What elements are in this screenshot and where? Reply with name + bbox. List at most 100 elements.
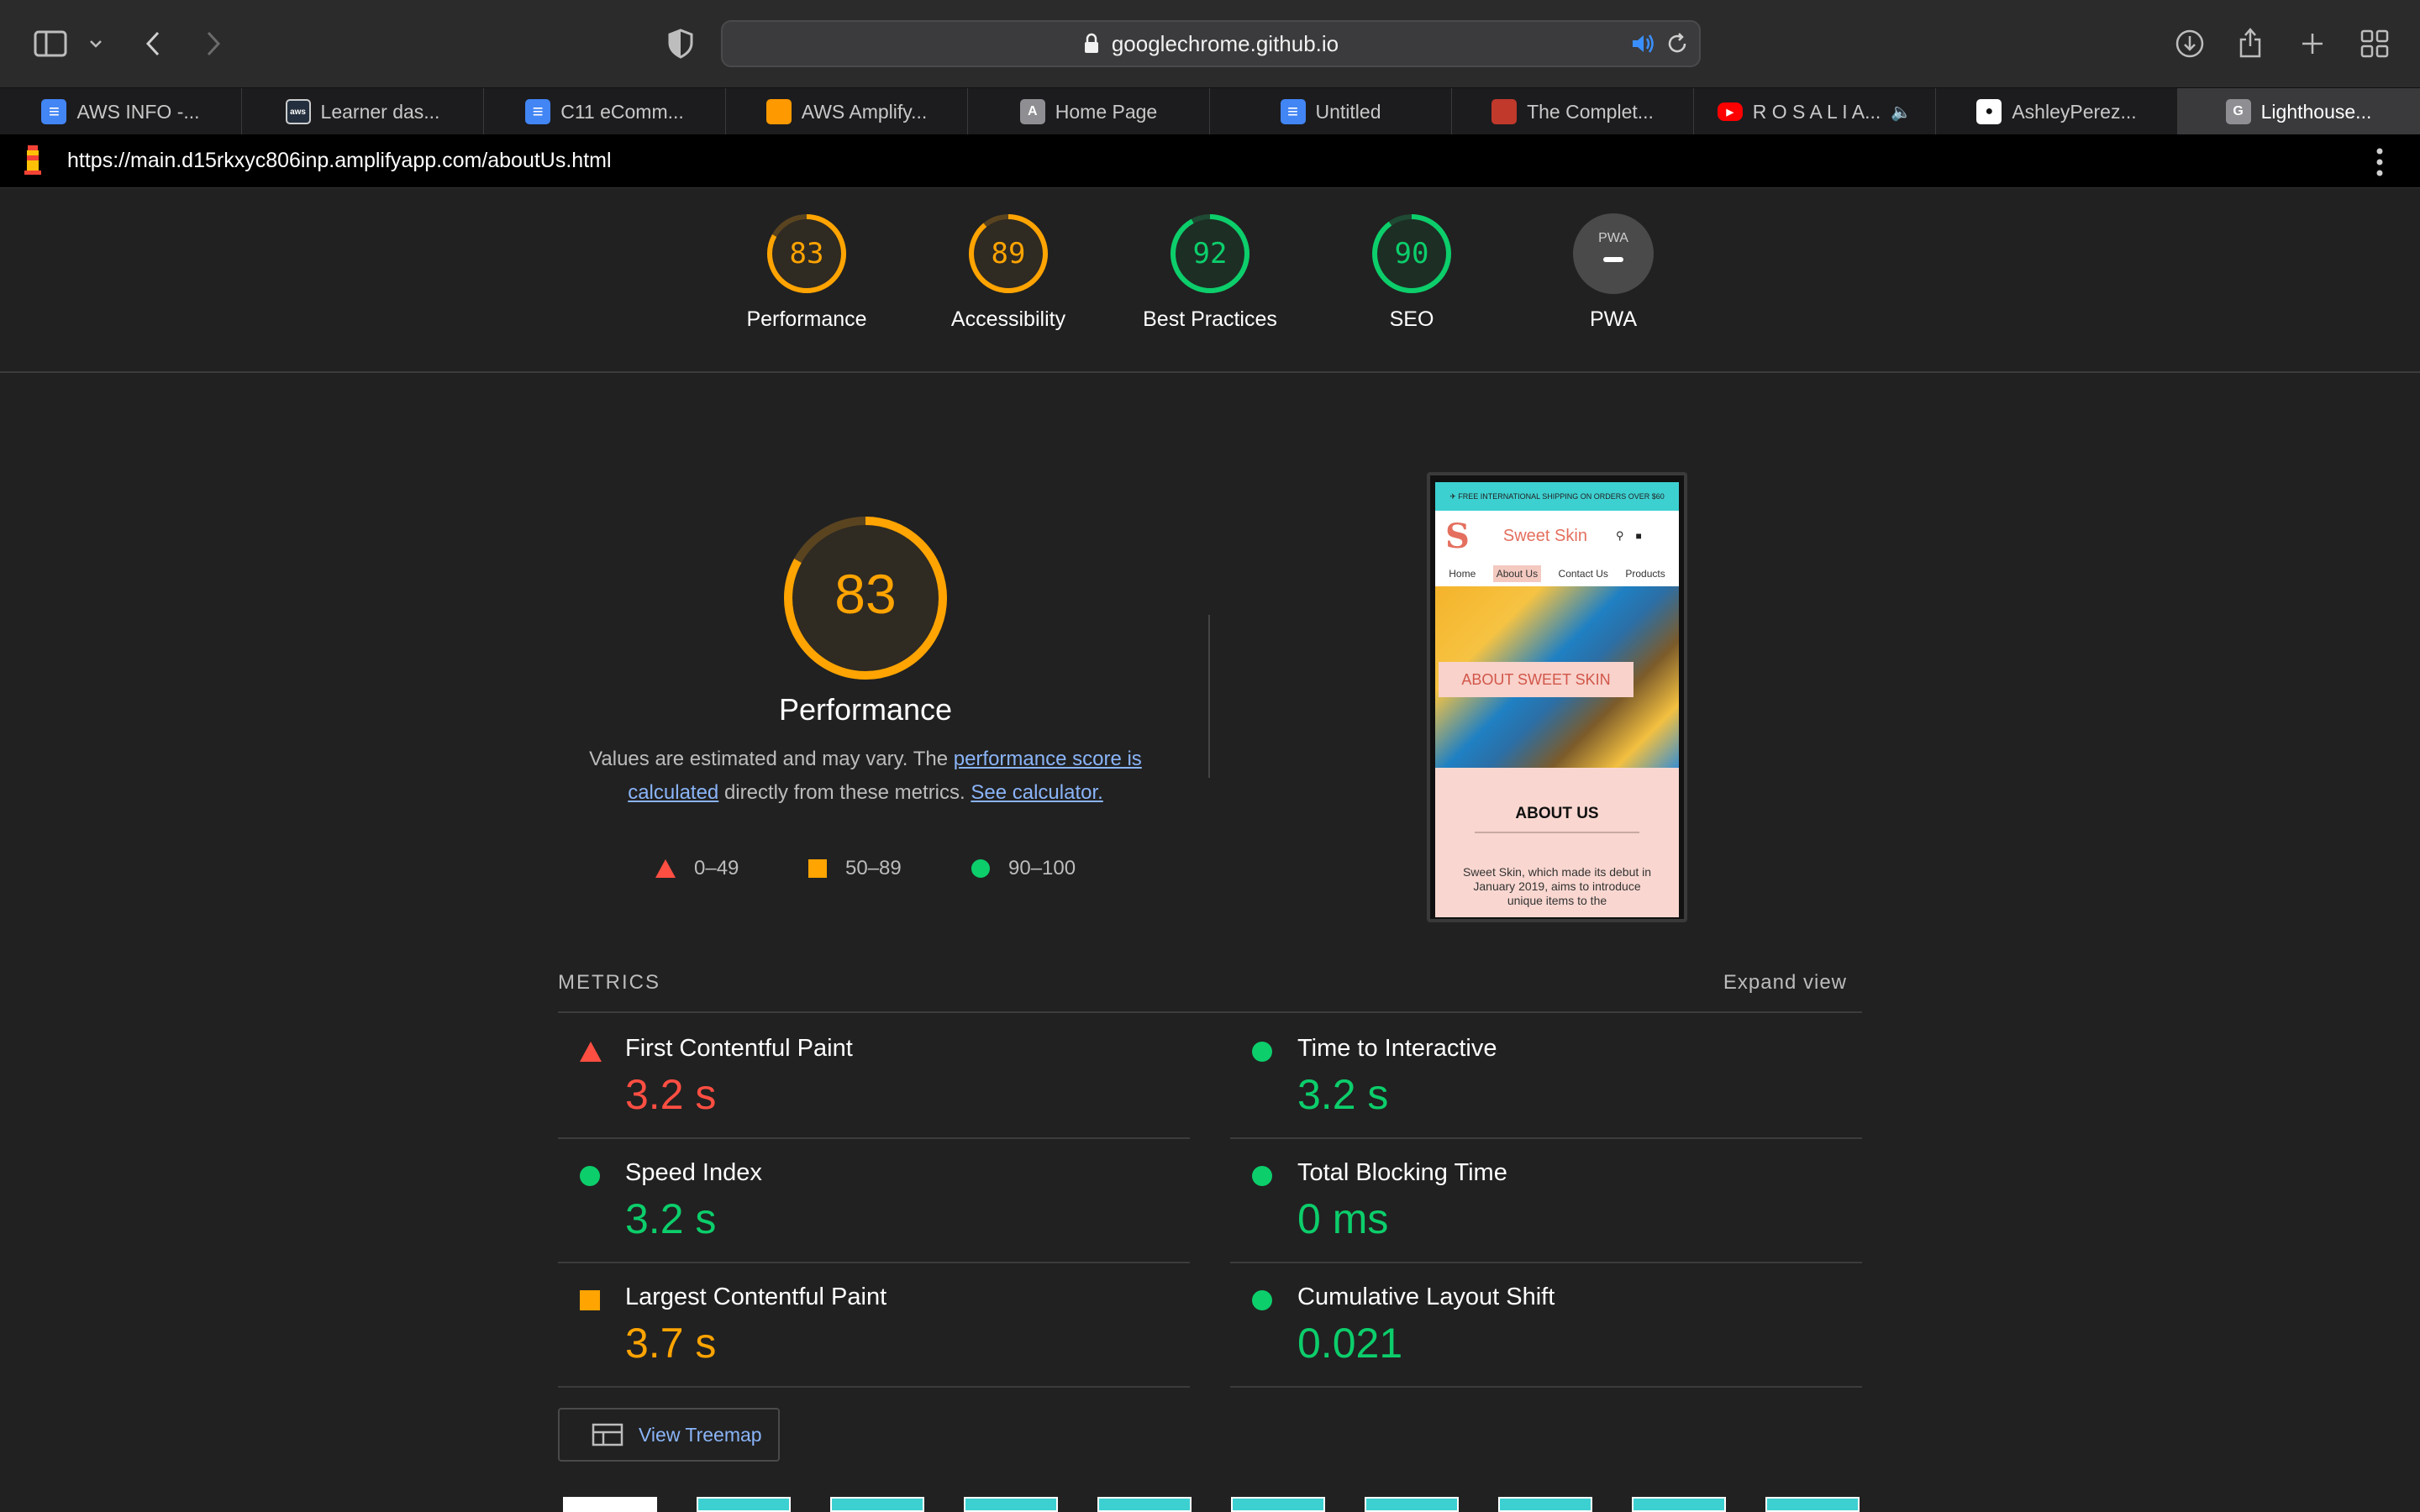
tab-0[interactable]: ≡ AWS INFO -...: [0, 88, 242, 135]
github-icon: ●: [1976, 99, 2002, 124]
metric-value: 0.021: [1297, 1320, 1403, 1367]
legend-square-icon: [808, 859, 827, 878]
shipping-banner: ✈ FREE INTERNATIONAL SHIPPING ON ORDERS …: [1435, 482, 1679, 511]
back-icon[interactable]: [134, 25, 171, 62]
address-domain: googlechrome.github.io: [1111, 30, 1339, 56]
address-bar[interactable]: googlechrome.github.io: [721, 20, 1701, 67]
pass-circle-icon: [1252, 1042, 1272, 1062]
downloads-icon[interactable]: [2171, 25, 2208, 62]
filmstrip-frame: [1632, 1497, 1726, 1512]
gauge-accessibility[interactable]: 89 Accessibility: [908, 212, 1109, 332]
tab-9[interactable]: G Lighthouse...: [2178, 88, 2420, 135]
metric-value: 3.2 s: [1297, 1071, 1389, 1118]
gauge-label: Performance: [746, 307, 867, 331]
forward-icon[interactable]: [195, 25, 232, 62]
browser-toolbar: googlechrome.github.io: [0, 0, 2420, 87]
view-treemap-button[interactable]: View Treemap: [558, 1408, 780, 1462]
gauge-score: 92: [1193, 237, 1228, 270]
tab-5[interactable]: ≡ Untitled: [1210, 88, 1452, 135]
aws-icon: aws: [285, 99, 311, 124]
gauge-label: Best Practices: [1143, 307, 1277, 331]
about-section: ABOUT US Sweet Skin, which made its debu…: [1435, 768, 1679, 917]
share-icon[interactable]: [2232, 22, 2269, 62]
tab-8[interactable]: ● AshleyPerez...: [1936, 88, 2178, 135]
tab-1[interactable]: aws Learner das...: [242, 88, 484, 135]
metric-name: First Contentful Paint: [625, 1035, 853, 1062]
gauge-pwa[interactable]: PWA PWA: [1512, 212, 1714, 332]
gauge-label: SEO: [1389, 307, 1434, 331]
filmstrip-frame: [1498, 1497, 1592, 1512]
final-screenshot[interactable]: ✈ FREE INTERNATIONAL SHIPPING ON ORDERS …: [1427, 472, 1687, 922]
site-nav-contact: Contact Us: [1558, 568, 1608, 580]
metric-value: 3.7 s: [625, 1320, 717, 1367]
metric-value: 3.2 s: [625, 1071, 717, 1118]
letter-g-icon: G: [2225, 99, 2251, 124]
tab-bar: ≡ AWS INFO -... aws Learner das... ≡ C11 eCom…: [0, 87, 2420, 135]
gauge-performance[interactable]: 83 Performance: [706, 212, 908, 332]
tab-4[interactable]: A Home Page: [968, 88, 1210, 135]
letter-a-icon: A: [1019, 99, 1045, 124]
site-nav: Home About Us Contact Us Products: [1435, 561, 1679, 586]
performance-gauge[interactable]: 83: [781, 514, 950, 682]
hero-band: ABOUT SWEET SKIN: [1439, 662, 1634, 697]
gauge-score: 90: [1395, 237, 1429, 270]
site-header: S Sweet Skin ⚲ ■: [1435, 511, 1679, 561]
site-nav-home: Home: [1449, 568, 1476, 580]
see-calculator-link[interactable]: See calculator.: [971, 781, 1102, 804]
tab-3[interactable]: AWS Amplify...: [726, 88, 968, 135]
expand-view-toggle[interactable]: Expand view: [1723, 971, 1847, 995]
more-options-icon[interactable]: [2376, 148, 2383, 181]
summary-divider: [1208, 615, 1210, 778]
new-tab-icon[interactable]: [2294, 25, 2331, 62]
filmstrip: [563, 1497, 1865, 1512]
tab-label: The Complet...: [1527, 100, 1654, 123]
sidebar-toggle-icon[interactable]: [32, 25, 69, 62]
reload-icon[interactable]: [1665, 32, 1689, 60]
legend-triangle-icon: [655, 859, 676, 878]
amplify-icon: [765, 99, 792, 124]
tab-2[interactable]: ≡ C11 eComm...: [484, 88, 726, 135]
performance-gauge-score: 83: [834, 563, 896, 625]
privacy-shield-icon[interactable]: [662, 25, 699, 62]
chevron-down-icon[interactable]: [84, 30, 108, 57]
site-icon: [1491, 99, 1518, 124]
site-hero-image: ABOUT SWEET SKIN: [1435, 586, 1679, 768]
gauge-label: PWA: [1589, 307, 1638, 331]
site-nav-products: Products: [1625, 568, 1665, 580]
metrics-header: METRICS Expand view: [558, 966, 1862, 1013]
pass-circle-icon: [580, 1166, 600, 1186]
metric-name: Total Blocking Time: [1297, 1159, 1507, 1186]
about-text: Sweet Skin, which made its debut in Janu…: [1462, 865, 1652, 907]
site-nav-about: About Us: [1492, 565, 1542, 582]
filmstrip-frame: [563, 1497, 657, 1512]
audited-url: https://main.d15rkxyc806inp.amplifyapp.c…: [67, 149, 612, 172]
legend-fail: 0–49: [655, 857, 739, 880]
category-gauges: 83 Performance 89 Accessibility 92 Best Pract…: [0, 188, 2420, 373]
tab-6[interactable]: The Complet...: [1452, 88, 1694, 135]
tab-label: AWS Amplify...: [801, 100, 928, 123]
gauge-score: 83: [790, 237, 824, 270]
tab-audio-icon[interactable]: 🔈: [1891, 102, 1912, 123]
metric-value: 0 ms: [1297, 1195, 1389, 1242]
audio-playing-icon[interactable]: [1630, 32, 1655, 60]
performance-description: Values are estimated and may vary. The p…: [589, 748, 1142, 804]
gauge-seo[interactable]: 90 SEO: [1311, 212, 1512, 332]
metric-time-to-interactive: Time to Interactive 3.2 s: [1230, 1015, 1862, 1139]
filmstrip-frame: [964, 1497, 1058, 1512]
tab-label: C11 eComm...: [560, 100, 684, 123]
pass-circle-icon: [1252, 1166, 1272, 1186]
legend-pass: 90–100: [971, 857, 1076, 880]
legend-circle-icon: [971, 859, 990, 878]
gauge-label: Accessibility: [950, 307, 1066, 331]
tab-7[interactable]: ▶ R O S A L I A... 🔈: [1694, 88, 1936, 135]
filmstrip-frame: [697, 1497, 791, 1512]
docs-icon: ≡: [41, 99, 67, 124]
filmstrip-frame: [830, 1497, 924, 1512]
gauge-score: 89: [992, 237, 1026, 270]
pass-circle-icon: [1252, 1290, 1272, 1310]
filmstrip-frame: [1231, 1497, 1325, 1512]
gauge-best-practices[interactable]: 92 Best Practices: [1109, 212, 1311, 332]
tab-overview-icon[interactable]: [2356, 25, 2393, 62]
screenshot-page: ✈ FREE INTERNATIONAL SHIPPING ON ORDERS …: [1435, 482, 1679, 917]
site-brand: Sweet Skin: [1502, 526, 1587, 545]
